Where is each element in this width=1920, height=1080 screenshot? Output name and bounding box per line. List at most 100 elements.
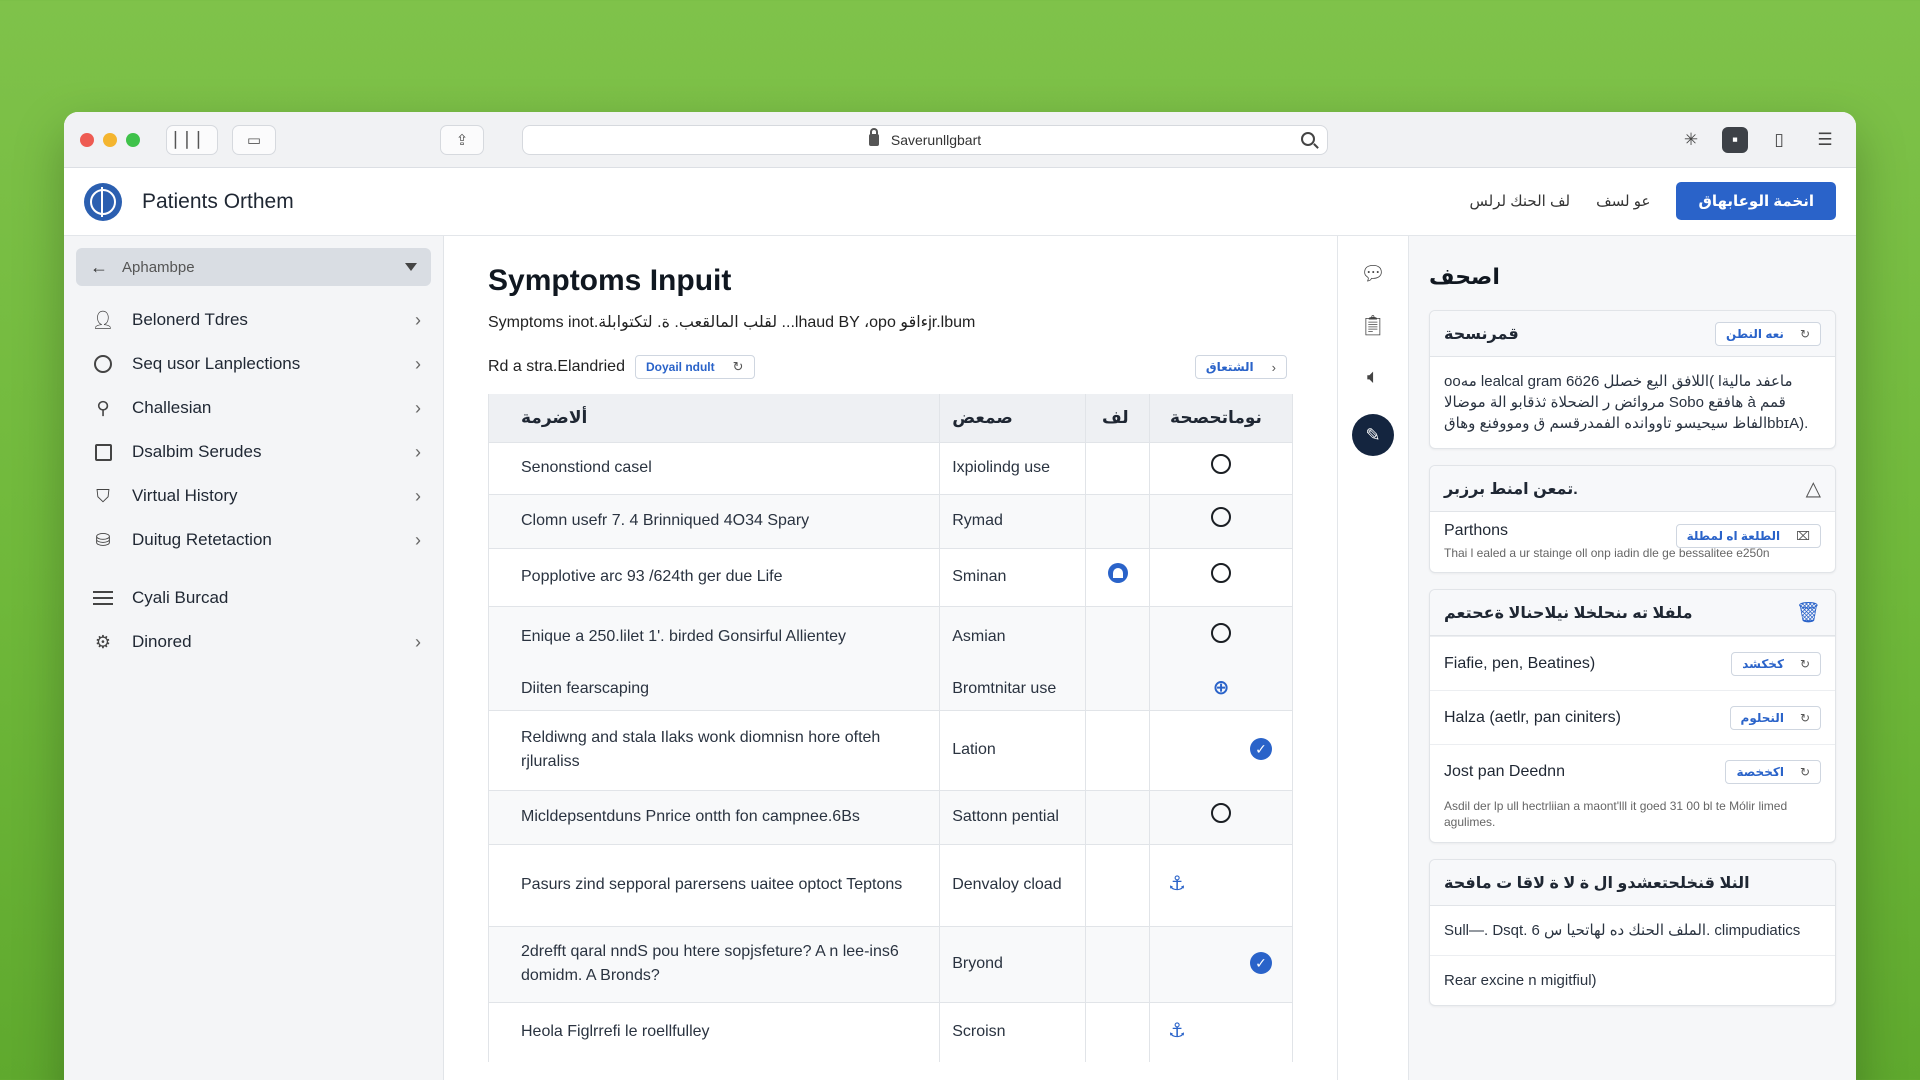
bookmark-icon[interactable]: ▯ (1764, 125, 1794, 155)
option-chip[interactable]: النحلوم ↻ (1729, 705, 1821, 730)
search-icon[interactable] (1301, 132, 1315, 146)
mark-cell (1085, 843, 1151, 926)
clipboard-icon[interactable]: 📋︎ (1358, 310, 1388, 340)
mark-cell (1085, 605, 1151, 668)
card-action-chip[interactable]: نعه النطن ↻ (1715, 321, 1821, 346)
filter-chip-label: Doyail ndult (645, 360, 715, 374)
globe-logo-icon (84, 182, 122, 221)
symptom-cell: Reldiwng and stala Ilaks wonk diomnisn h… (487, 709, 941, 790)
radio-button[interactable] (1211, 507, 1231, 527)
sidebar-item-dsalbim[interactable]: Dsalbim Serudes › (76, 430, 431, 474)
type-cell: Asmian (939, 605, 1087, 668)
column-header[interactable]: نوماتحصحة (1149, 394, 1293, 442)
sidebar-item-belonerd[interactable]: 👤︎ Belonerd Tdres › (76, 298, 431, 342)
option-row[interactable]: Halza (aetlr, pan ciniters) النحلوم ↻ (1430, 690, 1835, 744)
card-header: قمرنسحة نعه النطن ↻ (1430, 311, 1835, 357)
info-card: قمرنسحة نعه النطن ↻ ooمه lealcal ɡram 6ö… (1429, 310, 1836, 449)
sidebar-item-cyali[interactable]: Cyali Burcad (76, 576, 431, 620)
anchor-icon[interactable]: ⚓︎ (1168, 872, 1186, 896)
sidebar-item-dinored[interactable]: ⚙ Dinored › (76, 620, 431, 664)
speaker-icon[interactable]: 🔈︎ (1358, 362, 1388, 392)
minimize-window-button[interactable] (103, 132, 117, 147)
page-title: Symptoms Inpuit (488, 264, 732, 297)
header-actions: لف الحنك لرلس عو لسف انخمة الوعابهاق (1470, 182, 1836, 220)
address-bar[interactable]: Saverunllgbart (522, 125, 1328, 155)
table-row[interactable]: Pasurs zind sepporal parersens uaitee op… (487, 843, 1293, 926)
mark-cell: ⊕ (1149, 668, 1293, 710)
header-link-2[interactable]: عو لسف (1596, 192, 1650, 210)
option-row[interactable]: Jost pan Deednn اكخخصة ↻ (1430, 744, 1835, 798)
sidebar-item-seq[interactable]: Seq usor Lanplections › (76, 342, 431, 386)
radio-button[interactable] (1211, 623, 1231, 644)
sidebar-toggle-icon[interactable]: ▏▏▏ (166, 124, 218, 155)
radio-button[interactable] (1211, 563, 1231, 583)
table-row[interactable]: 2drefft qaral nndS pou htere sopjsfeture… (487, 925, 1293, 1002)
app-header: Patients Orthem لف الحنك لرلس عو لسف انخ… (64, 168, 1856, 236)
header-link-1[interactable]: لف الحنك لرلس (1470, 192, 1571, 210)
window-controls (80, 132, 140, 147)
refresh-icon[interactable]: ↻ (733, 359, 744, 375)
table-row[interactable]: Heola Figlrrefi le roellfulley Scroisn ⚓… (487, 1001, 1293, 1062)
table-row[interactable]: Diiten fearscaping Bromtnitar use ⊕ (487, 668, 1293, 710)
type-cell: Sminan (939, 547, 1087, 606)
right-filter-chip[interactable]: الشتعاق › (1194, 355, 1287, 379)
user-badge-icon[interactable] (1107, 563, 1128, 583)
type-cell: Bromtnitar use (939, 668, 1087, 710)
column-header[interactable]: صمعض (939, 394, 1087, 442)
triangle-icon[interactable]: △ (1806, 476, 1821, 501)
check-icon[interactable]: ✓ (1250, 952, 1272, 974)
column-header[interactable]: ألاضرمة (487, 394, 941, 442)
card-header: تمعن امنط برزبر. △ (1430, 466, 1835, 512)
browser-toolbar-right: ✳ ▪ ▯ ☰ (1676, 125, 1840, 155)
filter-chip[interactable]: Doyail ndult ↻ (634, 355, 755, 379)
header-primary-button[interactable]: انخمة الوعابهاق (1676, 182, 1836, 220)
chevron-right-icon[interactable]: › (1272, 360, 1276, 375)
globe-icon[interactable]: ⊕ (1213, 676, 1230, 700)
symptom-cell: Micldepsentduns Pnrice ontth fon campnee… (487, 789, 941, 844)
menu-icon[interactable]: ☰ (1810, 125, 1840, 155)
sidebar-select[interactable]: ← Aphambpe (76, 248, 431, 286)
chevron-down-icon (405, 263, 417, 271)
browser-titlebar: ▏▏▏ ▭ ⇪ Saverunllgbart ✳ ▪ ▯ ☰ (64, 112, 1856, 168)
anchor-icon[interactable]: ⚓︎ (1168, 1019, 1186, 1043)
maximize-window-button[interactable] (126, 132, 140, 147)
sidebar-item-duitug[interactable]: ⛁ Duitug Retetaction › (76, 518, 431, 562)
option-chip[interactable]: كخكشد ↻ (1731, 651, 1821, 676)
tab-overview-icon[interactable]: ▭ (232, 124, 276, 155)
patient-row[interactable]: Parthons الطلعة اه لمطلة ⌧ Thai l ealed … (1430, 512, 1835, 572)
option-row[interactable]: Fiafie, pen, Beatines) كخكشد ↻ (1430, 636, 1835, 690)
table-row[interactable]: Reldiwng and stala Ilaks wonk diomnisn h… (487, 709, 1293, 790)
sidebar-item-label: Duitug Retetaction (132, 530, 272, 549)
option-chip[interactable]: اكخخصة ↻ (1725, 759, 1821, 784)
table-row[interactable]: Enique a 250.lilet 1'. birded Gonsirful … (487, 605, 1293, 668)
mark-cell (1085, 789, 1151, 844)
pen-icon[interactable]: ✎ (1352, 414, 1394, 456)
refresh-icon: ↻ (1799, 326, 1810, 341)
radio-button[interactable] (1211, 803, 1231, 823)
back-arrow-icon[interactable]: ← (90, 257, 108, 278)
column-header[interactable]: لف (1085, 394, 1151, 442)
shield-icon: ⛉ (96, 485, 110, 506)
sidebar-item-virtual-history[interactable]: ⛉ Virtual History › (76, 474, 431, 518)
table-row[interactable]: Senonstiond casel Ixpiolindg use (487, 441, 1293, 494)
radio-button[interactable] (1211, 454, 1231, 474)
settings-icon[interactable]: ✳ (1676, 125, 1706, 155)
patient-chip[interactable]: الطلعة اه لمطلة ⌧ (1675, 524, 1821, 548)
table-row[interactable]: Popplotive arc 93 /624th ger due Life Sm… (487, 547, 1293, 606)
chat-icon[interactable]: 💬︎ (1358, 258, 1388, 288)
close-window-button[interactable] (80, 132, 94, 147)
type-cell: Sattonn pential (939, 789, 1087, 844)
extension-icon[interactable]: ▪ (1722, 127, 1748, 153)
option-label: Jost pan Deednn (1444, 762, 1565, 780)
table-row[interactable]: Clomn usefr 7. 4 Brinniqued 4O34 Spary R… (487, 493, 1293, 548)
type-cell: Denvaloy cload (939, 843, 1087, 926)
chevron-right-icon: › (415, 441, 421, 462)
trash-icon[interactable]: 🗑︎ (1796, 600, 1821, 625)
table-row[interactable]: Micldepsentduns Pnrice ontth fon campnee… (487, 789, 1293, 844)
check-icon[interactable]: ✓ (1250, 738, 1272, 760)
share-icon[interactable]: ⇪ (440, 124, 484, 155)
sidebar-item-challesian[interactable]: ⚲ Challesian › (76, 386, 431, 430)
chip-label: كخكشد (1742, 656, 1784, 671)
mark-cell (1149, 547, 1293, 606)
mark-cell: ⚓︎ (1149, 1001, 1293, 1062)
